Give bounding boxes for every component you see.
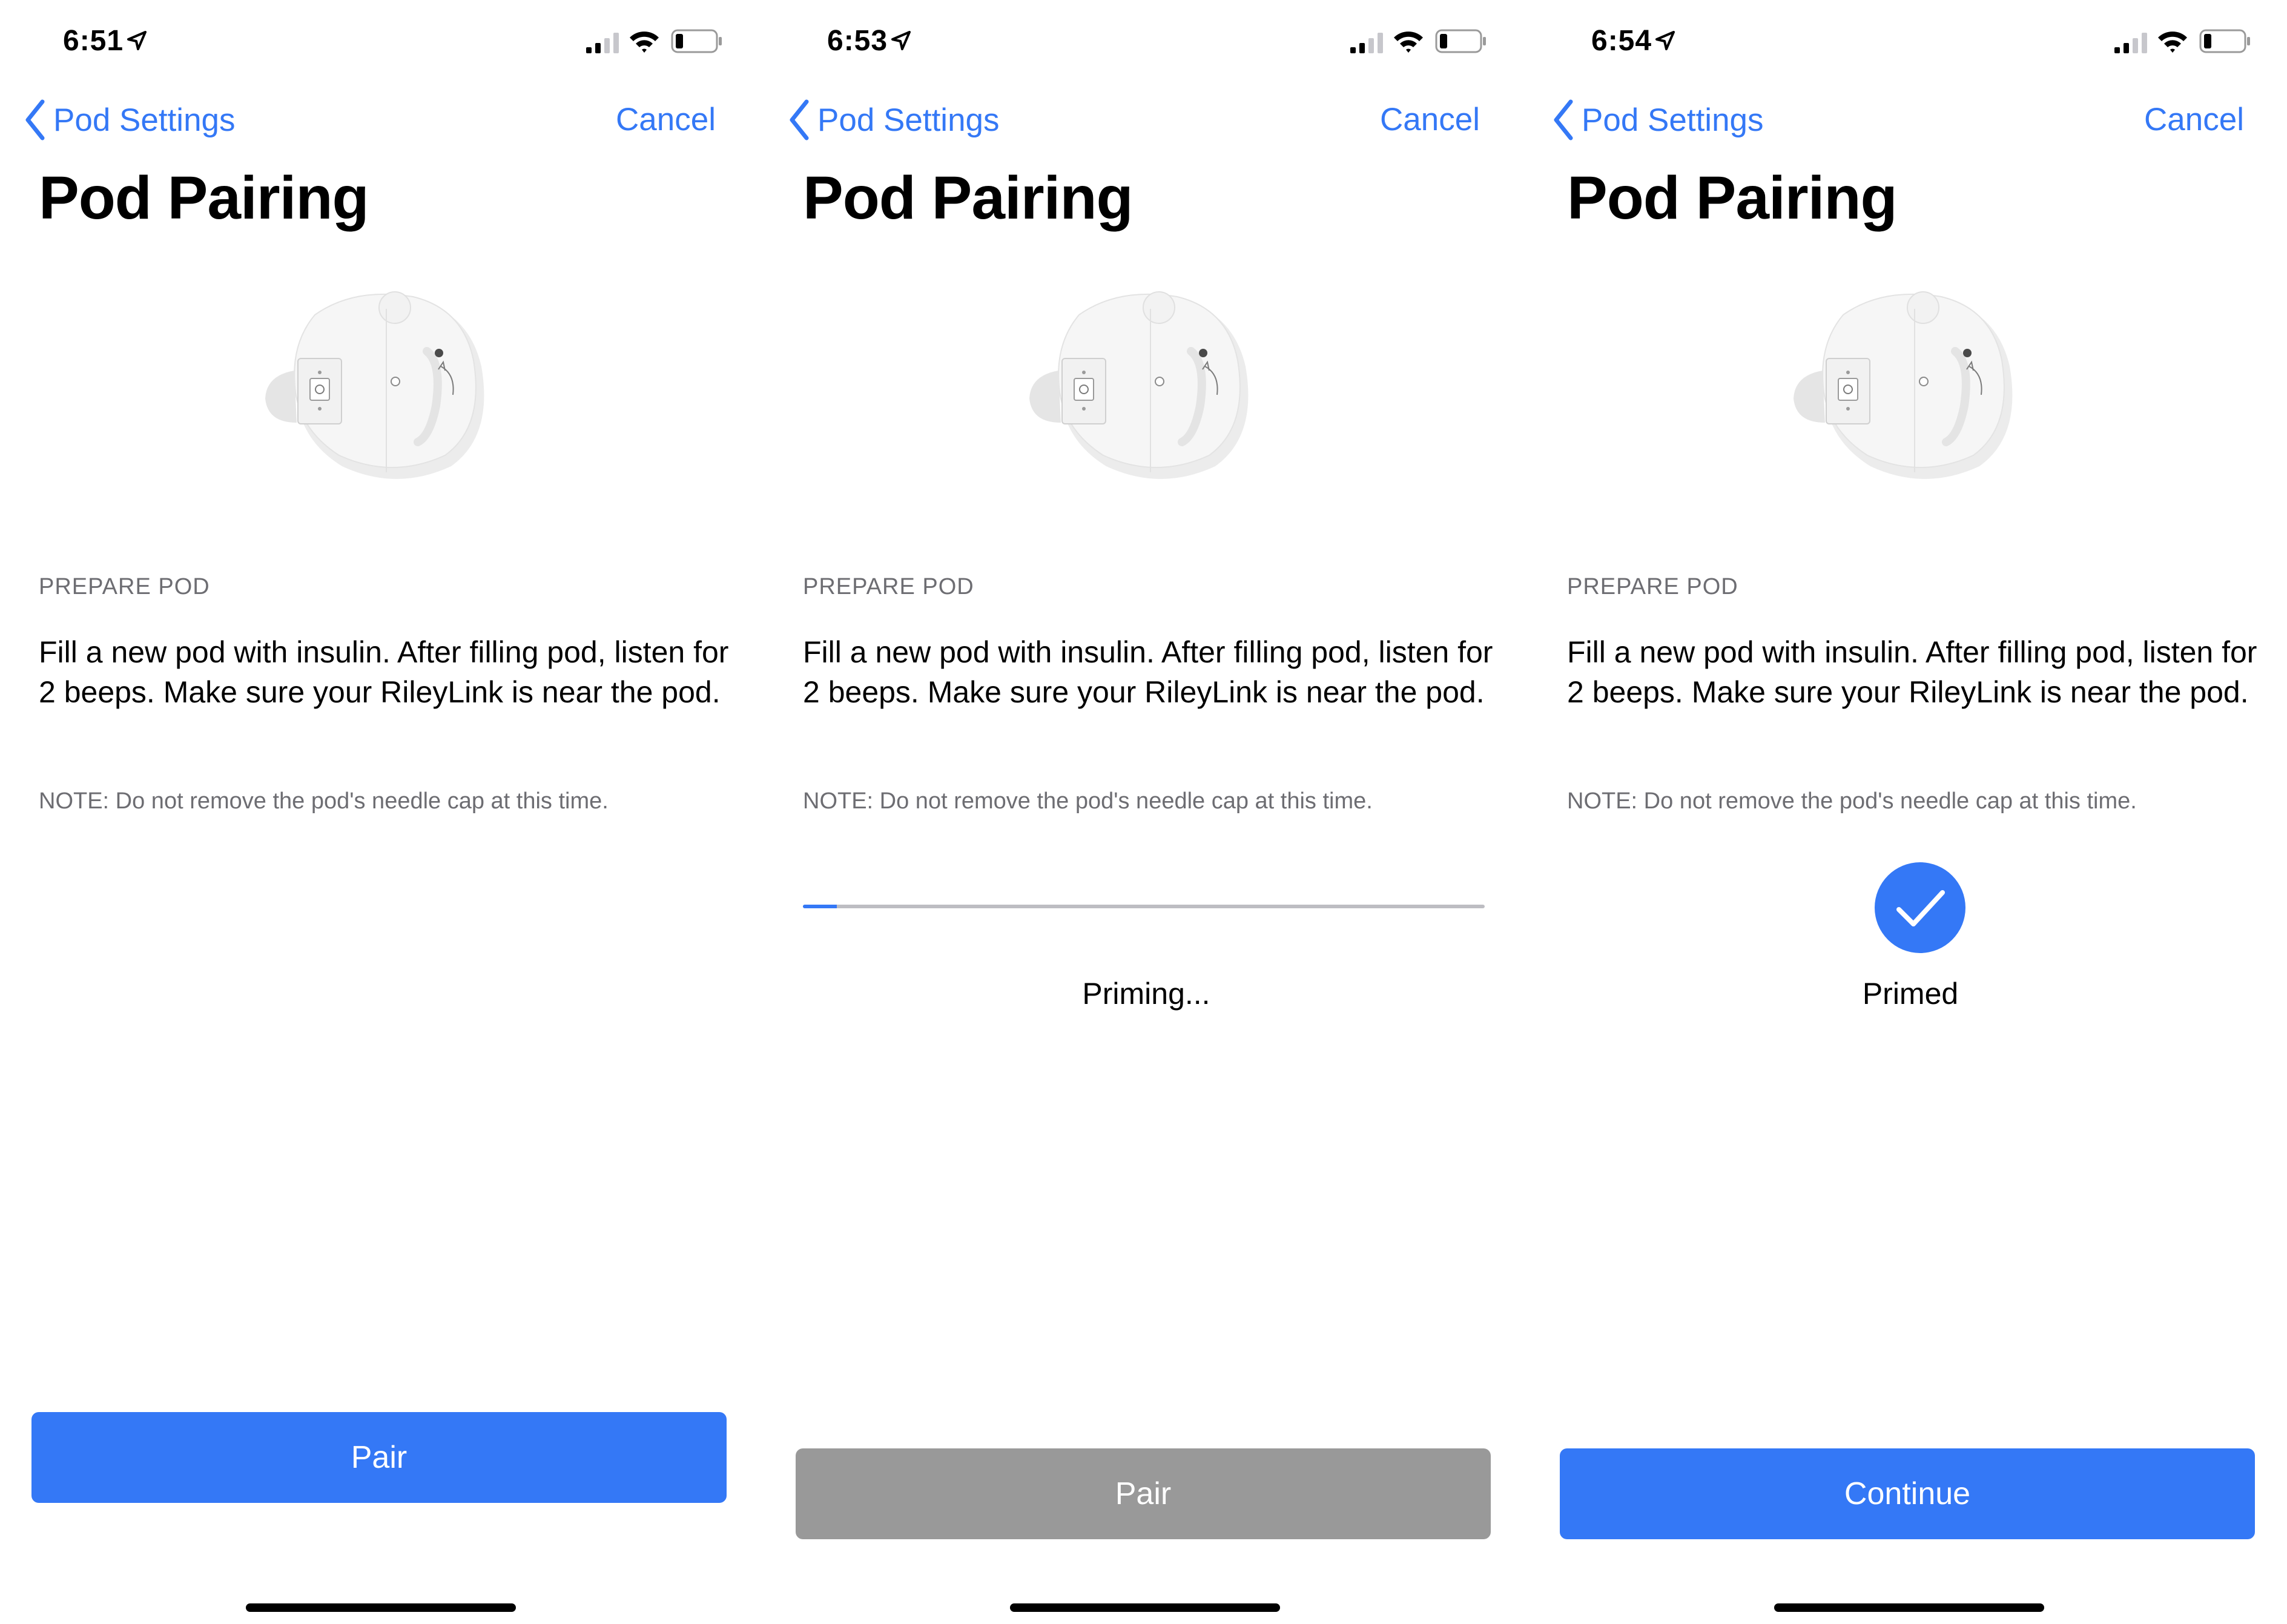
pod-pairing-screen-idle: 6:51 Pod Settings Cancel Pod Pairing PRE…	[0, 0, 764, 1624]
checkmark-circle-icon	[1875, 862, 1965, 953]
instructions-text: Fill a new pod with insulin. After filli…	[803, 635, 1493, 709]
cellular-signal-icon	[2114, 33, 2147, 53]
back-button-label: Pod Settings	[1582, 102, 1764, 138]
status-bar-icons	[586, 25, 723, 56]
status-time-text: 6:53	[827, 25, 888, 57]
cancel-button[interactable]: Cancel	[616, 97, 716, 143]
chevron-left-icon	[1554, 99, 1573, 140]
cancel-button[interactable]: Cancel	[2144, 97, 2244, 143]
page-title: Pod Pairing	[1567, 164, 1898, 232]
cellular-signal-icon	[586, 33, 619, 53]
location-arrow-icon	[1655, 31, 1675, 50]
priming-progress-bar	[803, 905, 1485, 908]
instructions-text: Fill a new pod with insulin. After filli…	[1567, 635, 2257, 709]
pair-button-disabled[interactable]: Pair	[796, 1448, 1491, 1539]
pod-pairing-screen-primed: 6:54 Pod Settings Cancel Pod Pairing PRE…	[1528, 0, 2287, 1624]
status-time-text: 6:51	[63, 25, 124, 57]
status-bar-time: 6:53	[827, 24, 912, 58]
back-button[interactable]: Pod Settings	[788, 97, 1000, 143]
back-button-label: Pod Settings	[817, 102, 1000, 138]
section-header: PREPARE POD	[1567, 574, 1738, 599]
page-title: Pod Pairing	[39, 164, 369, 232]
status-bar-icons	[2114, 25, 2251, 56]
pod-illustration	[1029, 291, 1249, 479]
pair-button[interactable]: Pair	[31, 1412, 727, 1503]
home-indicator[interactable]	[1774, 1603, 2044, 1612]
status-bar-icons	[1350, 25, 1487, 56]
cellular-signal-icon	[1350, 33, 1383, 53]
home-indicator[interactable]	[246, 1603, 516, 1612]
wifi-icon	[630, 31, 659, 53]
note-text: NOTE: Do not remove the pod's needle cap…	[39, 788, 609, 814]
continue-button[interactable]: Continue	[1560, 1448, 2255, 1539]
note-text: NOTE: Do not remove the pod's needle cap…	[803, 788, 1373, 814]
chevron-left-icon	[25, 99, 45, 140]
battery-icon	[671, 29, 722, 53]
pod-pairing-screen-priming: 6:53 Pod Settings Cancel Pod Pairing PRE…	[764, 0, 1528, 1624]
cancel-button[interactable]: Cancel	[1380, 97, 1480, 143]
back-button-label: Pod Settings	[53, 102, 236, 138]
primed-status-label: Primed	[1862, 977, 1959, 1011]
home-indicator[interactable]	[1010, 1603, 1280, 1612]
battery-icon	[1435, 29, 1486, 53]
battery-icon	[2199, 29, 2250, 53]
priming-progress-fill	[803, 905, 837, 908]
status-bar-time: 6:54	[1591, 24, 1676, 58]
back-button[interactable]: Pod Settings	[24, 97, 236, 143]
wifi-icon	[1394, 31, 1423, 53]
status-bar-time: 6:51	[63, 24, 148, 58]
priming-status-label: Priming...	[1082, 977, 1210, 1011]
back-button[interactable]: Pod Settings	[1553, 97, 1764, 143]
location-arrow-icon	[891, 31, 911, 50]
chevron-left-icon	[790, 99, 809, 140]
wifi-icon	[2158, 31, 2187, 53]
section-header: PREPARE POD	[803, 574, 974, 599]
instructions-text: Fill a new pod with insulin. After filli…	[39, 635, 729, 709]
pod-illustration	[1794, 291, 2013, 479]
location-arrow-icon	[127, 31, 147, 50]
page-title: Pod Pairing	[803, 164, 1134, 232]
pod-illustration	[265, 291, 484, 479]
note-text: NOTE: Do not remove the pod's needle cap…	[1567, 788, 2137, 814]
status-time-text: 6:54	[1591, 25, 1652, 57]
section-header: PREPARE POD	[39, 574, 210, 599]
